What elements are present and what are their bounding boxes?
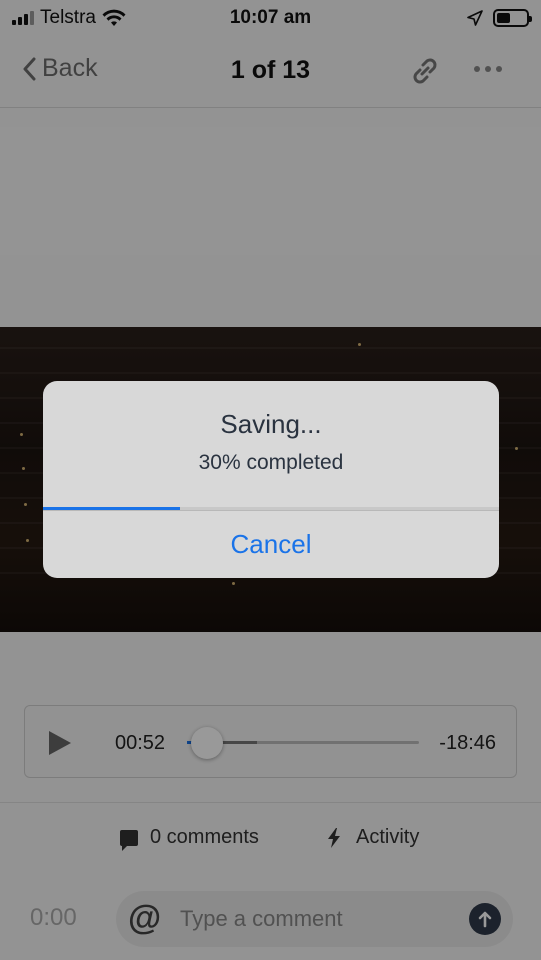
dialog-title: Saving... [220, 409, 322, 439]
dialog-message: 30% completed [198, 451, 344, 474]
cancel-button[interactable]: Cancel [43, 511, 499, 578]
saving-dialog: Saving... 30% completed Cancel [43, 381, 499, 578]
